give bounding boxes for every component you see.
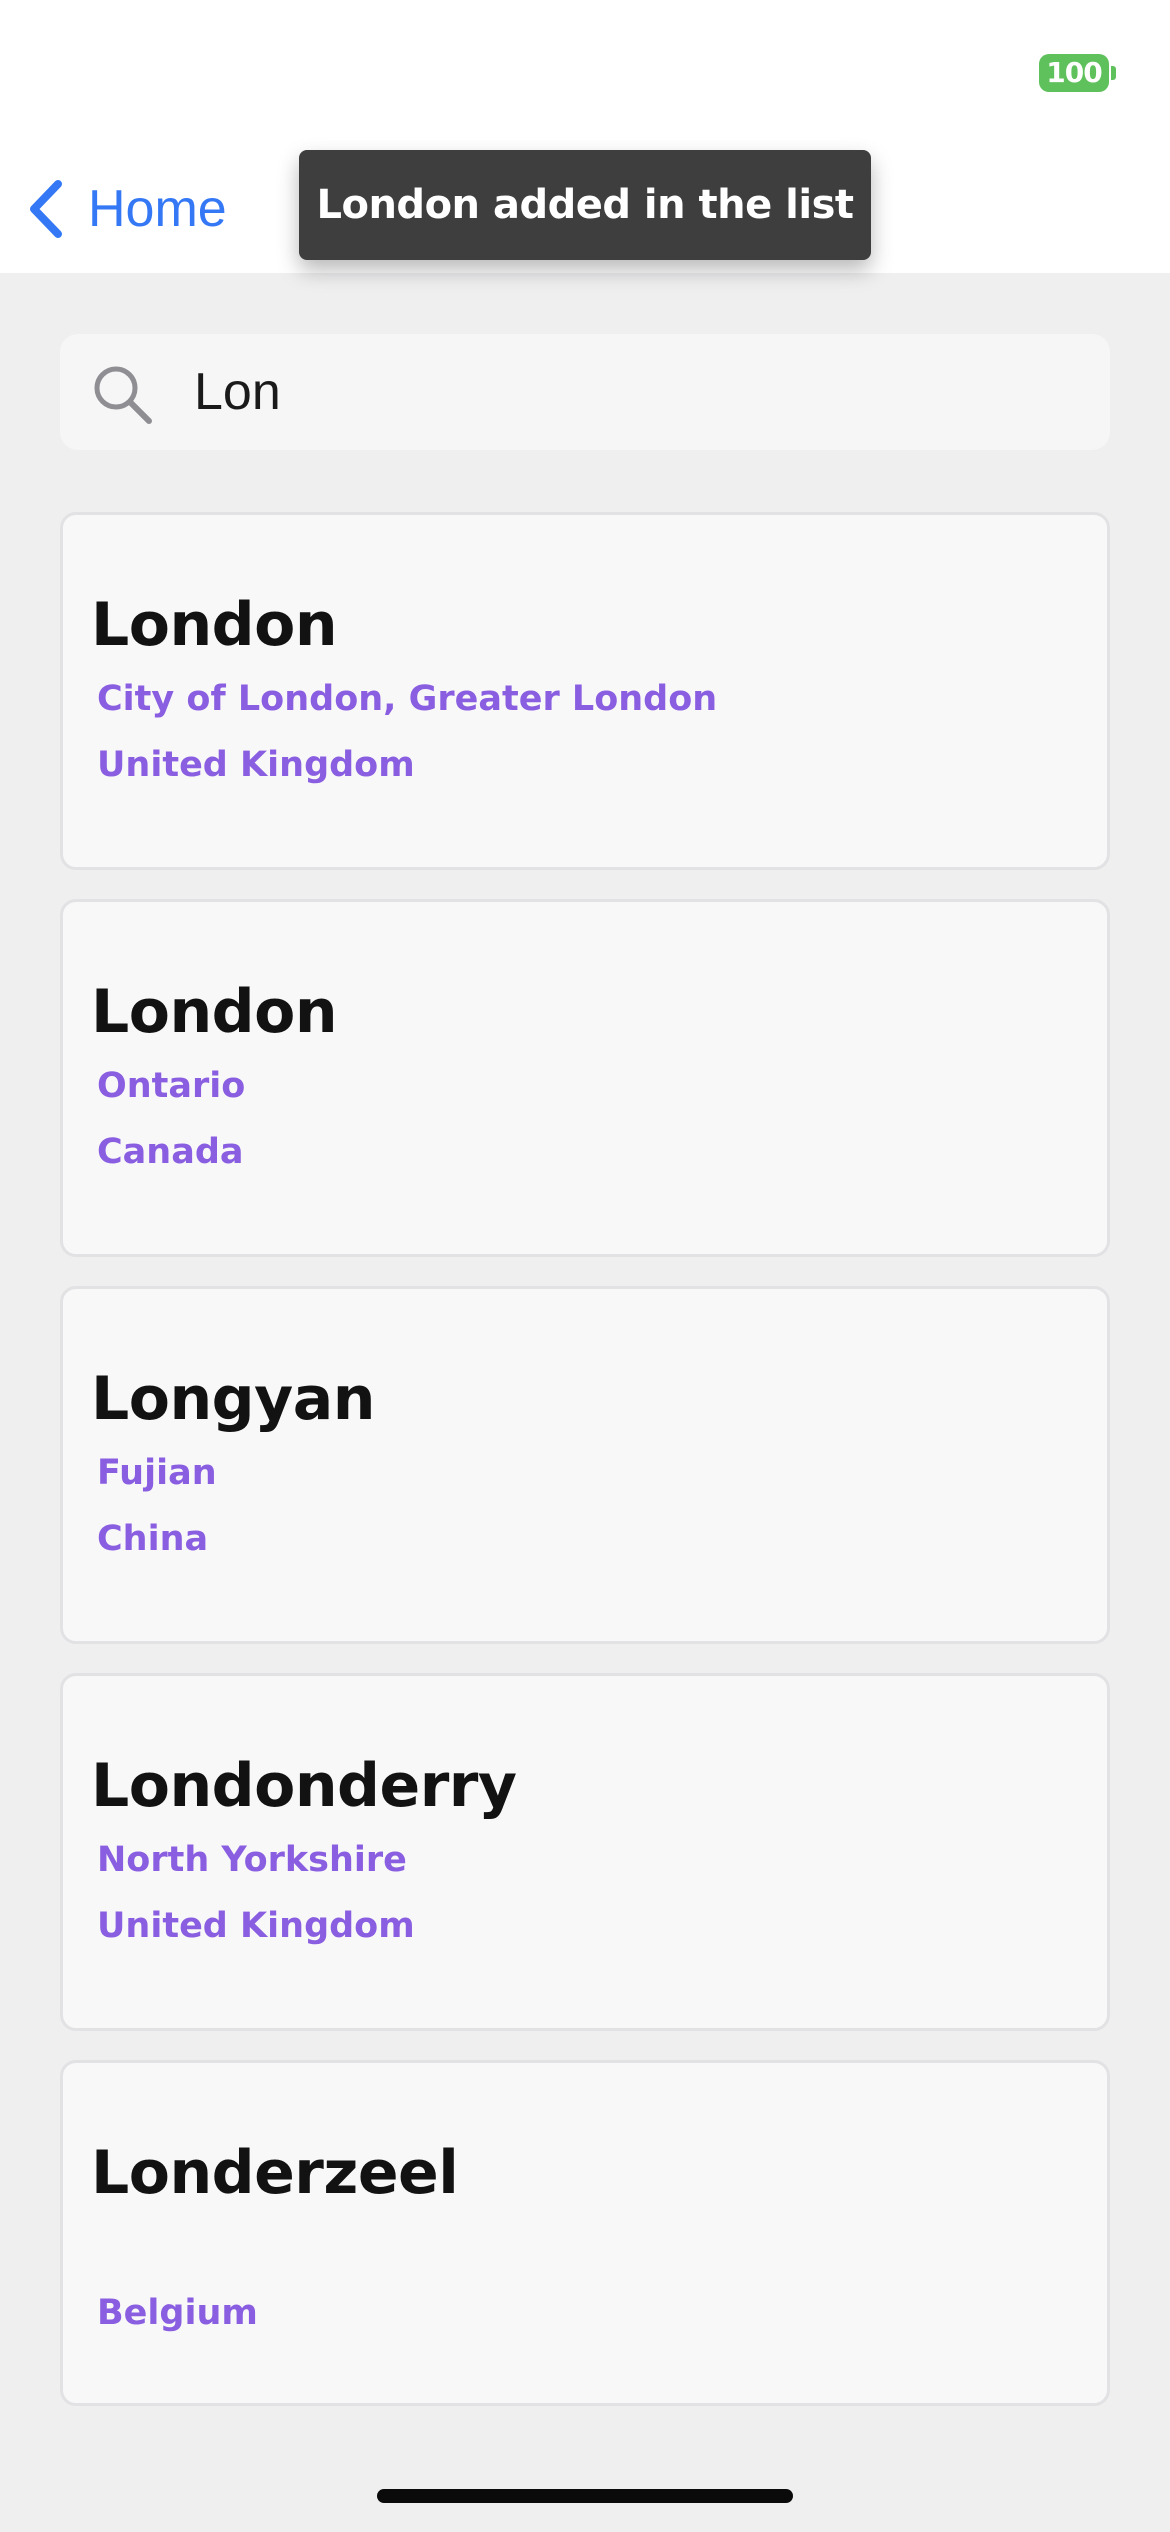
city-region: North Yorkshire (97, 1840, 407, 1880)
status-bar: 100 (0, 0, 1170, 140)
city-country: Belgium (97, 2293, 258, 2333)
city-country: United Kingdom (97, 745, 415, 785)
chevron-left-icon (30, 180, 62, 238)
city-region: City of London, Greater London (97, 679, 718, 719)
toast-notification: London added in the list (299, 150, 871, 260)
result-card[interactable]: Londerzeel Belgium (60, 2060, 1110, 2406)
result-card[interactable]: London Ontario Canada (60, 899, 1110, 1257)
city-region: Fujian (97, 1453, 217, 1493)
city-name: Longyan (91, 1364, 375, 1434)
city-name: London (91, 590, 338, 660)
city-name: Londonderry (91, 1751, 517, 1821)
battery-cap (1111, 66, 1116, 80)
city-region: Ontario (97, 1066, 246, 1106)
back-button[interactable]: Home (22, 176, 227, 242)
result-card[interactable]: London City of London, Greater London Un… (60, 512, 1110, 870)
city-name: Londerzeel (91, 2138, 459, 2208)
home-indicator (377, 2489, 793, 2503)
battery-indicator: 100 (1039, 54, 1109, 92)
back-button-label: Home (88, 180, 227, 238)
search-icon (94, 366, 152, 424)
city-country: United Kingdom (97, 1906, 415, 1946)
city-country: China (97, 1519, 209, 1559)
result-card[interactable]: Londonderry North Yorkshire United Kingd… (60, 1673, 1110, 2031)
city-country: Canada (97, 1132, 244, 1172)
city-name: London (91, 977, 338, 1047)
search-bar[interactable] (60, 334, 1110, 450)
result-card[interactable]: Longyan Fujian China (60, 1286, 1110, 1644)
search-input[interactable] (194, 352, 1074, 432)
